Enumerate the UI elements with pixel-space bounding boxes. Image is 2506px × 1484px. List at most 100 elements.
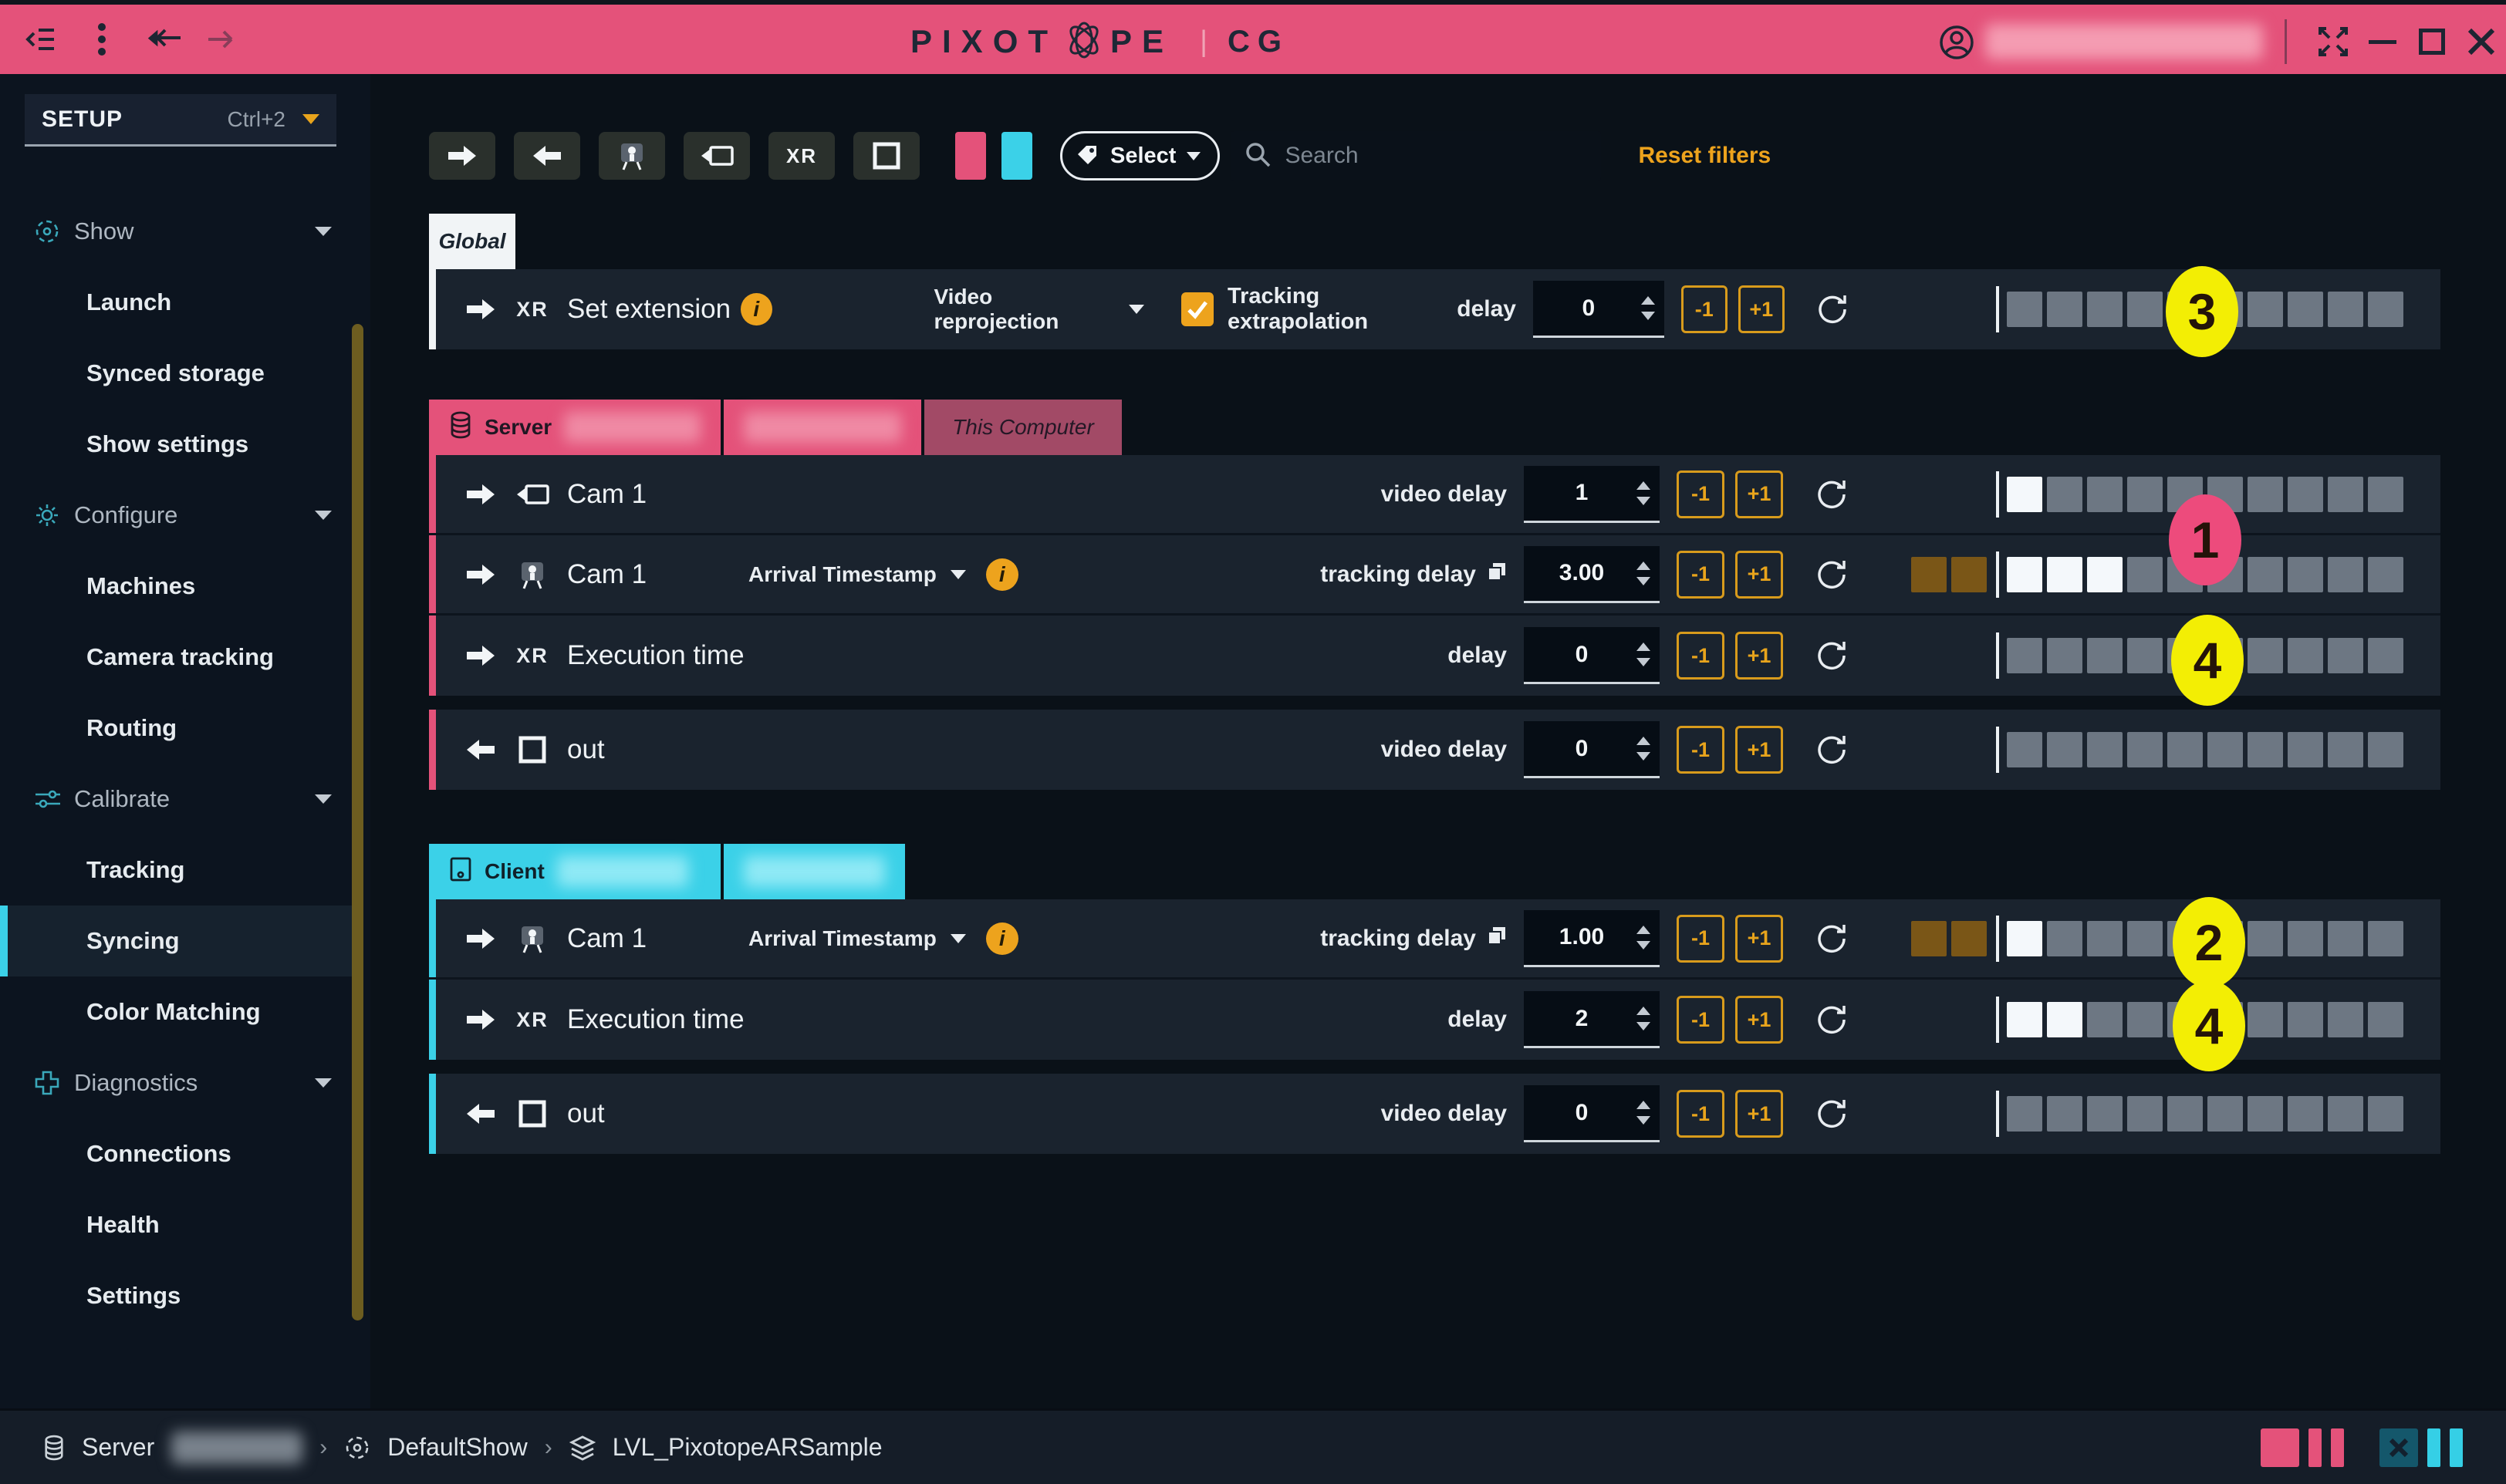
sidebar-item-show[interactable]: Show [0, 196, 352, 267]
minus-one-button[interactable]: -1 [1677, 1090, 1724, 1138]
sidebar-item-diagnostics[interactable]: Diagnostics [0, 1047, 352, 1118]
setup-mode-selector[interactable]: SETUP Ctrl+2 [25, 94, 336, 147]
minus-one-button[interactable]: -1 [1677, 551, 1724, 599]
spinner-arrows-icon[interactable] [1636, 991, 1650, 1046]
info-icon[interactable]: i [741, 293, 772, 325]
refresh-icon[interactable] [1812, 730, 1851, 769]
refresh-icon[interactable] [1812, 919, 1851, 958]
plus-one-button[interactable]: +1 [1738, 285, 1785, 333]
delay-input[interactable]: 2 [1524, 991, 1660, 1048]
sidebar-item-connections[interactable]: Connections [0, 1118, 352, 1189]
collapse-sidebar-icon[interactable] [23, 22, 57, 56]
sidebar-item-camera-tracking[interactable]: Camera tracking [0, 622, 352, 693]
minus-one-button[interactable]: -1 [1677, 915, 1724, 963]
sidebar-item-configure[interactable]: Configure [0, 480, 352, 551]
spinner-arrows-icon[interactable] [1636, 721, 1650, 776]
tab-global[interactable]: Global [429, 214, 515, 269]
refresh-icon[interactable] [1814, 290, 1851, 329]
plus-one-button[interactable]: +1 [1735, 996, 1783, 1044]
minus-one-button[interactable]: -1 [1677, 470, 1724, 518]
spinner-arrows-icon[interactable] [1636, 546, 1650, 601]
sidebar-item-machines[interactable]: Machines [0, 551, 352, 622]
forward-arrow-icon[interactable] [208, 22, 242, 56]
server-status-square[interactable] [2261, 1428, 2299, 1467]
minus-one-button[interactable]: -1 [1677, 996, 1724, 1044]
sidebar-item-health[interactable]: Health [0, 1189, 352, 1260]
delay-input[interactable]: 0 [1533, 281, 1664, 338]
breadcrumb-server[interactable]: Server [82, 1433, 154, 1462]
filter-arrow-left-button[interactable] [514, 132, 580, 180]
plus-one-button[interactable]: +1 [1735, 915, 1783, 963]
sidebar-item-tracking[interactable]: Tracking [0, 835, 352, 906]
tracking-extrapolation-checkbox[interactable] [1181, 292, 1214, 326]
tab-server[interactable]: Server [429, 400, 721, 455]
tab-server-ip[interactable] [724, 400, 921, 455]
refresh-icon[interactable] [1812, 1094, 1851, 1133]
delay-input[interactable]: 3.00 [1524, 546, 1660, 603]
spinner-arrows-icon[interactable] [1641, 281, 1655, 336]
plus-one-button[interactable]: +1 [1735, 551, 1783, 599]
maximize-button[interactable] [2407, 5, 2457, 79]
delay-input[interactable]: 1.00 [1524, 910, 1660, 967]
spinner-arrows-icon[interactable] [1636, 910, 1650, 965]
plus-one-button[interactable]: +1 [1735, 632, 1783, 680]
tag-select-dropdown[interactable]: Select [1060, 131, 1220, 180]
breadcrumb-level[interactable]: LVL_PixotopeARSample [613, 1433, 883, 1462]
minus-one-button[interactable]: -1 [1677, 632, 1724, 680]
sidebar-item-settings[interactable]: Settings [0, 1260, 352, 1331]
search-input[interactable] [1283, 142, 1587, 170]
spinner-arrows-icon[interactable] [1636, 627, 1650, 682]
refresh-icon[interactable] [1812, 555, 1851, 594]
copy-icon[interactable] [1487, 926, 1507, 952]
delay-input[interactable]: 0 [1524, 1085, 1660, 1142]
info-icon[interactable]: i [986, 922, 1018, 955]
spinner-arrows-icon[interactable] [1636, 1085, 1650, 1140]
kebab-menu-icon[interactable] [85, 22, 119, 56]
tab-client[interactable]: Client [429, 844, 721, 899]
filter-output-button[interactable] [853, 132, 920, 180]
sidebar-item-color-matching[interactable]: Color Matching [0, 976, 352, 1047]
filter-arrow-right-button[interactable] [429, 132, 495, 180]
delay-input[interactable]: 1 [1524, 466, 1660, 523]
filter-video-camera-button[interactable] [684, 132, 750, 180]
plus-one-button[interactable]: +1 [1735, 726, 1783, 774]
plus-one-button[interactable]: +1 [1735, 1090, 1783, 1138]
info-icon[interactable]: i [986, 558, 1018, 591]
sidebar-item-show-settings[interactable]: Show settings [0, 409, 352, 480]
refresh-icon[interactable] [1812, 1000, 1851, 1039]
minus-one-button[interactable]: -1 [1677, 726, 1724, 774]
reprojection-dropdown[interactable]: Video reprojection [934, 285, 1144, 334]
delay-input[interactable]: 0 [1524, 721, 1660, 778]
spinner-arrows-icon[interactable] [1636, 466, 1650, 521]
refresh-icon[interactable] [1812, 475, 1851, 514]
plus-one-button[interactable]: +1 [1735, 470, 1783, 518]
reset-filters-link[interactable]: Reset filters [1638, 143, 1771, 169]
sidebar-item-routing[interactable]: Routing [0, 693, 352, 764]
server-color-swatch[interactable] [955, 132, 986, 180]
timestamp-mode-dropdown[interactable]: Arrival Timestamp [748, 926, 966, 951]
close-button[interactable] [2457, 5, 2506, 79]
filter-tracking-camera-button[interactable] [599, 132, 665, 180]
copy-icon[interactable] [1487, 562, 1507, 588]
sidebar-item-launch[interactable]: Launch [0, 267, 352, 338]
timestamp-mode-dropdown[interactable]: Arrival Timestamp [748, 562, 966, 587]
sidebar-item-calibrate[interactable]: Calibrate [0, 764, 352, 835]
client-status-square[interactable] [2379, 1428, 2418, 1467]
client-cam1-tracking-row: Cam 1 Arrival Timestamp i tracking delay [429, 899, 2440, 980]
sidebar-item-syncing[interactable]: Syncing [0, 906, 352, 976]
tab-this-computer[interactable]: This Computer [924, 400, 1122, 455]
breadcrumb-show[interactable]: DefaultShow [387, 1433, 527, 1462]
delay-input[interactable]: 0 [1524, 627, 1660, 684]
back-arrow-icon[interactable] [147, 22, 181, 56]
tab-client-ip[interactable] [724, 844, 905, 899]
fullscreen-button[interactable] [2308, 5, 2358, 79]
sidebar-scrollbar[interactable] [352, 324, 363, 1320]
client-color-swatch[interactable] [1001, 132, 1032, 180]
filter-xr-button[interactable]: XR [768, 132, 835, 180]
minimize-button[interactable] [2358, 5, 2407, 79]
minus-one-button[interactable]: -1 [1681, 285, 1728, 333]
sidebar-item-synced-storage[interactable]: Synced storage [0, 338, 352, 409]
search-field[interactable] [1231, 131, 1601, 180]
refresh-icon[interactable] [1812, 636, 1851, 675]
user-account-icon[interactable] [1939, 25, 1973, 59]
